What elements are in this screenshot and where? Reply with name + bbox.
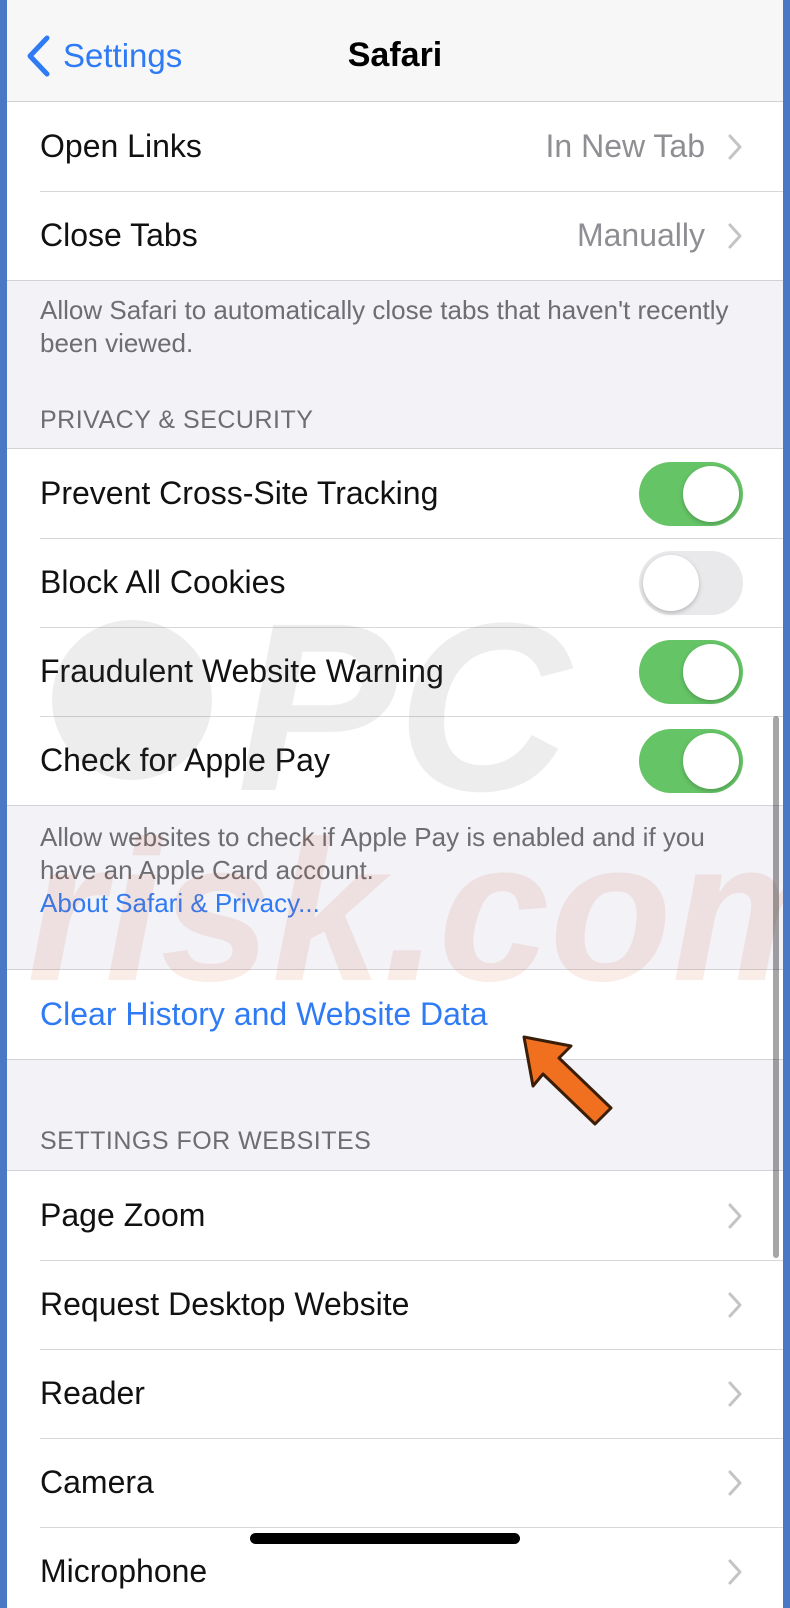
toggle-knob bbox=[643, 554, 699, 611]
toggle-knob bbox=[683, 732, 739, 789]
chevron-right-icon bbox=[728, 134, 742, 159]
privacy-footer: Allow websites to check if Apple Pay is … bbox=[40, 821, 740, 920]
row-label: Prevent Cross-Site Tracking bbox=[40, 475, 439, 511]
chevron-right-icon bbox=[728, 223, 742, 248]
websites-section-header: SETTINGS FOR WEBSITES bbox=[40, 1127, 372, 1155]
open-links-row[interactable]: Open Links In New Tab bbox=[7, 102, 783, 191]
scrollbar[interactable] bbox=[773, 716, 779, 1258]
clear-history-group: Clear History and Website Data bbox=[7, 969, 783, 1060]
fraudulent-warning-row: Fraudulent Website Warning bbox=[7, 627, 783, 716]
block-cookies-toggle[interactable] bbox=[639, 550, 743, 615]
prevent-tracking-toggle[interactable] bbox=[639, 461, 743, 526]
home-indicator[interactable] bbox=[250, 1533, 520, 1544]
apple-pay-row: Check for Apple Pay bbox=[7, 716, 783, 805]
row-label: Microphone bbox=[40, 1553, 208, 1589]
pointer-arrow-icon bbox=[522, 1035, 613, 1126]
close-tabs-row[interactable]: Close Tabs Manually bbox=[7, 191, 783, 280]
privacy-footer-text: Allow websites to check if Apple Pay is … bbox=[40, 822, 705, 885]
fraudulent-warning-toggle[interactable] bbox=[639, 639, 743, 704]
block-cookies-row: Block All Cookies bbox=[7, 538, 783, 627]
toggle-knob bbox=[683, 643, 739, 700]
page-zoom-row[interactable]: Page Zoom bbox=[7, 1171, 783, 1260]
toggle-knob bbox=[683, 465, 739, 522]
privacy-section-header: PRIVACY & SECURITY bbox=[40, 406, 314, 434]
row-label: Block All Cookies bbox=[40, 564, 286, 600]
request-desktop-row[interactable]: Request Desktop Website bbox=[7, 1260, 783, 1349]
row-label: Fraudulent Website Warning bbox=[40, 653, 444, 689]
row-label: Close Tabs bbox=[40, 217, 198, 253]
row-value: Manually bbox=[576, 217, 705, 253]
about-privacy-link[interactable]: About Safari & Privacy... bbox=[40, 887, 740, 920]
tabs-group: Open Links In New Tab Close Tabs Manuall… bbox=[7, 102, 783, 281]
row-label: Page Zoom bbox=[40, 1197, 206, 1233]
clear-history-button[interactable]: Clear History and Website Data bbox=[40, 996, 488, 1033]
chevron-right-icon bbox=[728, 1470, 742, 1495]
row-label: Open Links bbox=[40, 128, 202, 164]
chevron-right-icon bbox=[728, 1559, 742, 1584]
row-label: Reader bbox=[40, 1375, 145, 1411]
safari-settings-screen: Settings Safari Open Links In New Tab Cl… bbox=[7, 0, 783, 1608]
reader-row[interactable]: Reader bbox=[7, 1349, 783, 1438]
row-value: In New Tab bbox=[545, 128, 706, 164]
prevent-tracking-row: Prevent Cross-Site Tracking bbox=[7, 449, 783, 538]
chevron-right-icon bbox=[728, 1381, 742, 1406]
camera-row[interactable]: Camera bbox=[7, 1438, 783, 1527]
row-label: Check for Apple Pay bbox=[40, 742, 330, 778]
chevron-right-icon bbox=[728, 1292, 742, 1317]
page-title: Safari bbox=[347, 36, 443, 74]
navigation-bar: Settings Safari bbox=[7, 0, 783, 102]
tabs-footer-text: Allow Safari to automatically close tabs… bbox=[40, 295, 729, 358]
row-label: Request Desktop Website bbox=[40, 1286, 410, 1322]
row-label: Camera bbox=[40, 1464, 154, 1500]
privacy-group: Prevent Cross-Site Tracking Block All Co… bbox=[7, 448, 783, 806]
chevron-right-icon bbox=[728, 1203, 742, 1228]
apple-pay-toggle[interactable] bbox=[639, 728, 743, 793]
clear-history-row[interactable]: Clear History and Website Data bbox=[7, 970, 783, 1059]
